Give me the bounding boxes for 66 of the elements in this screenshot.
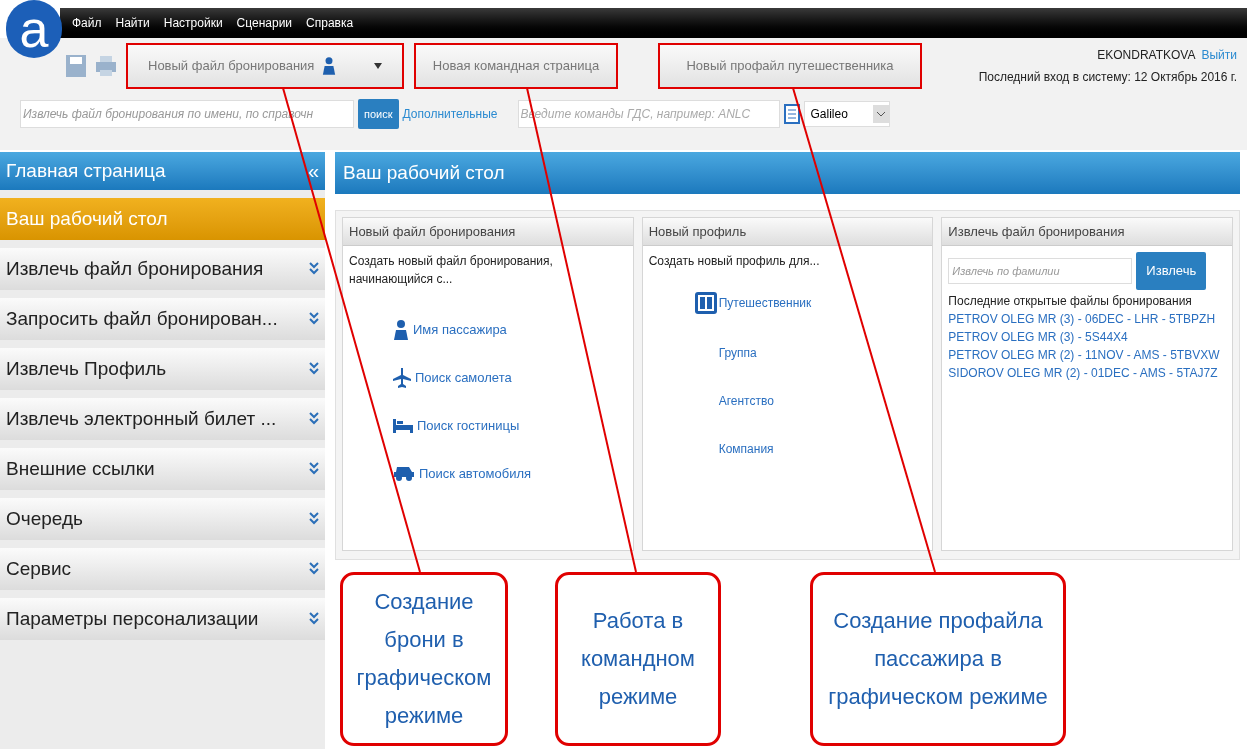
sidebar-item[interactable]: Извлечь электронный билет ... (0, 398, 325, 440)
double-chevron-down-icon[interactable] (309, 412, 319, 426)
double-chevron-down-icon[interactable] (309, 262, 319, 276)
action-link[interactable]: Компания (718, 440, 774, 458)
search-button[interactable]: поиск (358, 99, 399, 129)
menu-item[interactable]: Настройки (163, 14, 223, 32)
caret-icon[interactable] (374, 63, 383, 69)
system-select[interactable]: Galileo (803, 101, 890, 127)
callout-note: Создание брони в графическом режиме (340, 572, 508, 746)
toolbar-button[interactable]: Новая командная страница (414, 43, 618, 89)
main-header: Ваш рабочий стол (335, 152, 1240, 194)
car-icon (393, 465, 415, 482)
double-chevron-down-icon[interactable] (309, 562, 319, 576)
callout-note: Создание профайла пассажира в графическом режиме (810, 572, 1066, 746)
recent-files-title: Последние открытые файлы бронирования (948, 293, 1193, 310)
recent-file-link[interactable]: PETROV OLEG MR (2) - 11NOV - AMS - 5TBVXW (948, 346, 1226, 364)
menu-item[interactable]: Файл (72, 14, 102, 32)
sidebar-item[interactable]: Извлечь Профиль (0, 348, 325, 390)
recent-file-link[interactable]: PETROV OLEG MR (3) - 06DEC - LHR - 5TBPZH (948, 310, 1226, 328)
panel-title: Новый профиль (642, 218, 933, 246)
advanced-link[interactable]: Дополнительные (402, 105, 498, 123)
logo[interactable]: a (6, 0, 62, 58)
toolbar-button[interactable]: Новый файл бронирования (126, 43, 404, 89)
retrieve-button[interactable]: Извлечь (1136, 252, 1207, 290)
last-login-text: Последний вход в систему: 12 Октябрь 2016 г. (978, 69, 1237, 86)
double-chevron-down-icon[interactable] (309, 462, 319, 476)
callout-note: Работа в командном режиме (555, 572, 721, 746)
sidebar-item[interactable]: Параметры персонализации (0, 598, 325, 640)
double-chevron-down-icon[interactable] (309, 312, 319, 326)
sidebar-item[interactable]: Запросить файл бронирован... (0, 298, 325, 340)
menu-item[interactable]: Справка (306, 14, 354, 32)
action-link[interactable]: Поиск самолета (415, 368, 512, 388)
sidebar-title: Главная страница (6, 158, 166, 183)
chevron-down-icon[interactable] (872, 105, 889, 123)
id-card-icon (694, 292, 717, 314)
person-icon (322, 56, 337, 76)
airplane-icon (393, 368, 411, 388)
sidebar-item[interactable]: Очередь (0, 498, 325, 540)
document-icon[interactable] (783, 104, 800, 124)
action-link[interactable]: Поиск гостиницы (417, 416, 520, 436)
menu-item[interactable]: Найти (115, 14, 150, 32)
panel-title: Новый файл бронирования (343, 218, 633, 246)
sidebar-item[interactable]: Внешние ссылки (0, 448, 325, 490)
double-chevron-down-icon[interactable] (309, 512, 319, 526)
logout-link[interactable]: Выйти (1201, 46, 1237, 64)
action-link[interactable]: Группа (718, 344, 757, 362)
action-link[interactable]: Поиск автомобиля (419, 463, 532, 483)
double-chevron-down-icon[interactable] (309, 362, 319, 376)
user-name: EKONDRATKOVA (1097, 47, 1196, 64)
action-link[interactable]: Агентство (718, 392, 774, 410)
double-chevron-down-icon[interactable] (309, 612, 319, 626)
recent-file-link[interactable]: SIDOROV OLEG MR (2) - 01DEC - AMS - 5TAJ7Z (948, 364, 1226, 382)
panel-intro: Создать новый файл бронирования, начинающийся с... (349, 253, 554, 288)
toolbar-button[interactable]: Новый профайл путешественника (658, 43, 922, 89)
recent-file-link[interactable]: PETROV OLEG MR (3) - 5S44X4 (948, 328, 1226, 346)
bed-icon (393, 418, 413, 433)
panel-title: Извлечь файл бронирования (942, 218, 1232, 246)
sidebar-item[interactable]: Извлечь файл бронирования (0, 248, 325, 290)
surname-field[interactable]: Извлечь по фамилии (948, 258, 1133, 284)
collapse-button[interactable]: « (307, 161, 319, 181)
action-link[interactable]: Имя пассажира (413, 320, 507, 340)
sidebar-item[interactable]: Сервис (0, 548, 325, 590)
person-icon (393, 320, 409, 340)
panel-intro: Создать новый профиль для... (648, 253, 821, 270)
menu-item[interactable]: Сценарии (236, 14, 293, 32)
action-link[interactable]: Путешественник (718, 294, 812, 312)
